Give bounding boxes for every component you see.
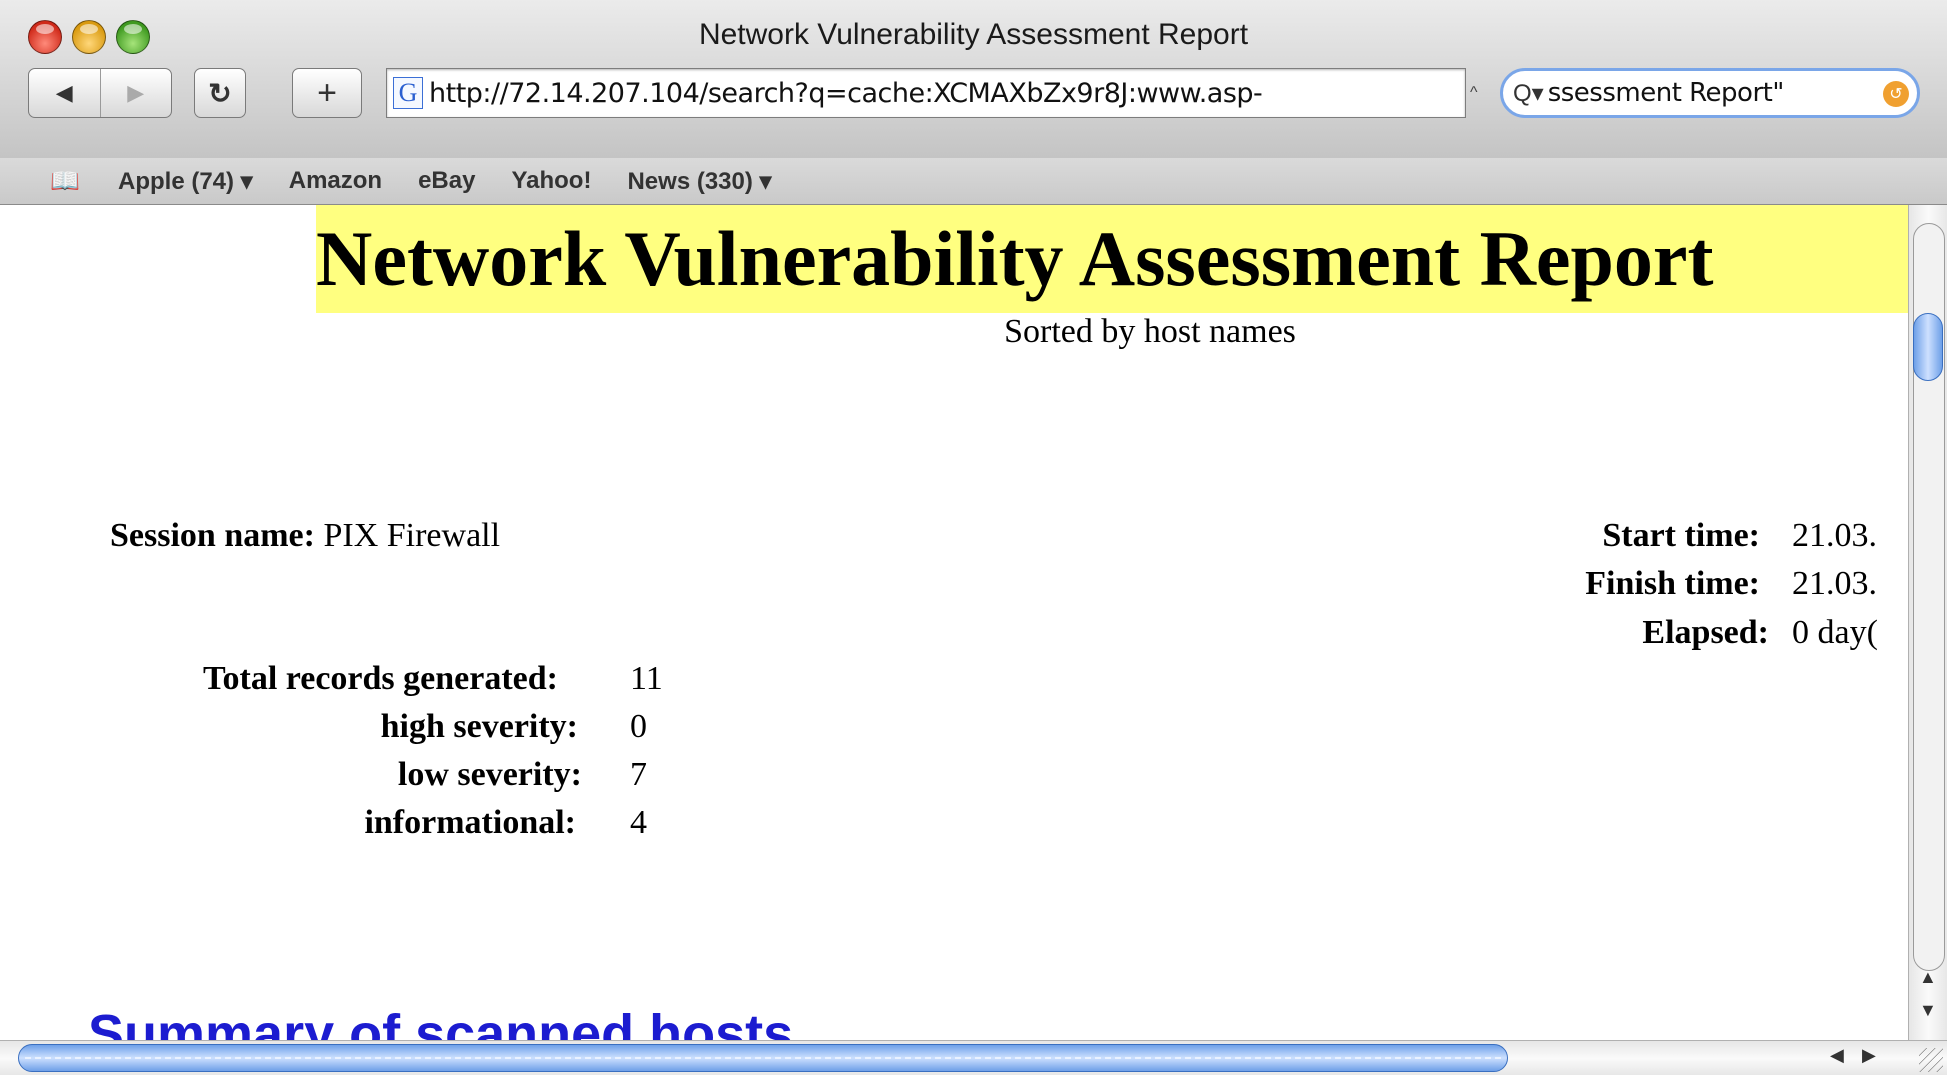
snapback-search-icon[interactable]: ↺: [1883, 81, 1909, 107]
horizontal-scrollbar[interactable]: ◀ ▶: [0, 1040, 1947, 1075]
browser-window: Network Vulnerability Assessment Report …: [0, 0, 1947, 1075]
finish-time-label: Finish time:: [1585, 565, 1760, 602]
report-title: Network Vulnerability Assessment Report: [316, 205, 1908, 313]
elapsed-label: Elapsed:: [1642, 614, 1769, 651]
vertical-scrollbar[interactable]: ▲ ▼: [1908, 205, 1947, 1040]
session-value: PIX Firewall: [323, 517, 501, 554]
reload-icon: ↻: [208, 77, 232, 109]
vertical-scroll-thumb[interactable]: [1913, 313, 1943, 381]
scroll-down-arrow-icon[interactable]: ▼: [1919, 1000, 1937, 1021]
toolbar: Network Vulnerability Assessment Report …: [0, 0, 1947, 159]
start-time-label: Start time:: [1602, 517, 1760, 554]
favicon-icon: G: [393, 77, 423, 109]
bookmark-news[interactable]: News (330) ▾: [627, 167, 771, 196]
stat-value-low: 7: [630, 756, 647, 793]
forward-arrow-icon: ▶: [127, 80, 145, 105]
stat-value-informational: 4: [630, 804, 647, 841]
stat-value-high: 0: [630, 708, 647, 745]
scroll-up-arrow-icon[interactable]: ▲: [1919, 967, 1937, 988]
bookmark-yahoo[interactable]: Yahoo!: [511, 167, 591, 195]
horizontal-scroll-thumb[interactable]: [18, 1044, 1508, 1072]
start-time-value: 21.03.: [1792, 517, 1877, 554]
session-label: Session name:: [110, 517, 315, 554]
add-bookmark-button[interactable]: +: [292, 68, 362, 118]
summary-heading[interactable]: Summary of scanned hosts: [88, 1003, 793, 1040]
bookmarks-book-icon[interactable]: 📖: [50, 167, 82, 196]
forward-button[interactable]: ▶: [101, 69, 172, 117]
scroll-right-arrow-icon[interactable]: ▶: [1862, 1045, 1876, 1066]
page-content: Network Vulnerability Assessment Report …: [0, 205, 1908, 1040]
window-title: Network Vulnerability Assessment Report: [698, 18, 1249, 51]
reload-button[interactable]: ↻: [194, 68, 246, 118]
bookmark-ebay[interactable]: eBay: [418, 167, 475, 195]
snapback-icon[interactable]: ^: [1470, 84, 1478, 102]
bookmark-apple[interactable]: Apple (74) ▾: [118, 167, 253, 196]
search-field[interactable]: Q▾ ssessment Report" ↺: [1500, 68, 1920, 118]
stat-label-total: Total records generated:: [202, 660, 558, 697]
address-bar[interactable]: G http://72.14.207.104/search?q=cache:XC…: [386, 68, 1466, 118]
stat-value-total: 11: [630, 660, 663, 697]
finish-time-value: 21.03.: [1792, 565, 1877, 602]
back-forward-buttons: ◀ ▶: [28, 68, 172, 118]
bookmark-amazon[interactable]: Amazon: [289, 167, 382, 195]
back-arrow-icon: ◀: [55, 80, 73, 105]
bookmarks-bar: 📖 Apple (74) ▾ Amazon eBay Yahoo! News (…: [0, 158, 1947, 205]
plus-icon: +: [317, 73, 337, 112]
stat-label-high: high severity:: [380, 708, 578, 745]
url-text[interactable]: http://72.14.207.104/search?q=cache:XCMA…: [429, 78, 1263, 109]
report-title-text: Network Vulnerability Assessment Report: [316, 215, 1714, 302]
session-name: Session name: PIX Firewall: [110, 517, 500, 555]
back-button[interactable]: ◀: [29, 69, 101, 117]
search-input[interactable]: ssessment Report": [1548, 78, 1785, 108]
elapsed-value: 0 day(: [1792, 614, 1878, 651]
search-icon[interactable]: Q▾: [1513, 79, 1544, 108]
stat-label-informational: informational:: [364, 804, 576, 841]
resize-grip-icon[interactable]: [1919, 1048, 1943, 1072]
stat-label-low: low severity:: [397, 756, 582, 793]
report-subtitle: Sorted by host names: [1004, 313, 1296, 350]
scroll-left-arrow-icon[interactable]: ◀: [1830, 1045, 1844, 1066]
